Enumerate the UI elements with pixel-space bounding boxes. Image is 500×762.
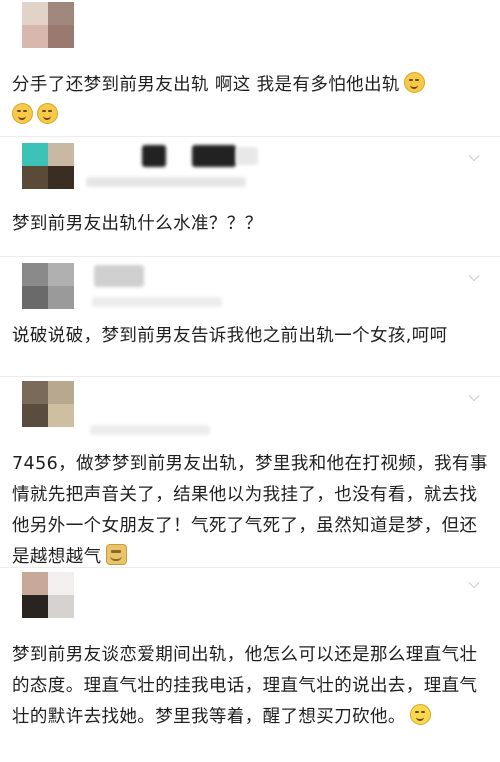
comment-5: ⌵ 梦到前男友谈恋爱期间出轨，他怎么可以还是那么理直气壮的态度。理直气壮的挂我电…	[0, 568, 500, 762]
chevron-down-icon[interactable]: ⌵	[464, 389, 484, 404]
avatar-pixel	[22, 595, 48, 618]
username-redacted	[94, 265, 144, 287]
avatar-pixel	[48, 595, 74, 618]
avatar[interactable]	[22, 143, 74, 189]
avatar-pixel	[48, 572, 74, 595]
comment-3: ⌵ 说破说破，梦到前男友告诉我他之前出轨一个女孩,呵呵	[0, 257, 500, 377]
avatar-pixel	[48, 2, 74, 25]
avatar-pixel	[22, 2, 48, 25]
avatar[interactable]	[22, 381, 74, 427]
comment-1: 分手了还梦到前男友出轨 啊这 我是有多怕他出轨	[0, 0, 500, 135]
avatar-pixel	[22, 404, 48, 427]
avatar-pixel	[22, 263, 48, 286]
smile-emoji-icon	[409, 704, 431, 725]
avatar-pixel	[48, 166, 74, 189]
timestamp-redacted	[92, 297, 222, 307]
avatar[interactable]	[22, 263, 74, 309]
username-redacted	[236, 147, 258, 165]
facepalm-emoji-icon	[403, 72, 425, 93]
facepalm-emoji-icon	[37, 103, 58, 124]
username-redacted	[192, 145, 236, 167]
avatar-pixel	[22, 166, 48, 189]
avatar-pixel	[22, 572, 48, 595]
avatar-pixel	[48, 263, 74, 286]
comment-text: 梦到前男友谈恋爱期间出轨，他怎么可以还是那么理直气壮的态度。理直气壮的挂我电话，…	[12, 640, 490, 733]
timestamp-redacted	[86, 177, 246, 187]
avatar-pixel	[22, 25, 48, 48]
fist-emoji-icon	[105, 544, 127, 565]
comment-text-body: 梦到前男友谈恋爱期间出轨，他怎么可以还是那么理直气壮的态度。理直气壮的挂我电话，…	[12, 645, 478, 727]
comment-4: ⌵ 7456，做梦梦到前男友出轨，梦里我和他在打视频，我有事情就先把声音关了，结…	[0, 377, 500, 567]
username-redacted	[142, 145, 166, 167]
facepalm-emoji-icon	[12, 103, 33, 124]
comment-text-body: 7456，做梦梦到前男友出轨，梦里我和他在打视频，我有事情就先把声音关了，结果他…	[12, 454, 488, 567]
avatar[interactable]	[22, 572, 74, 618]
comment-text-body: 说破说破，梦到前男友告诉我他之前出轨一个女孩,呵呵	[12, 326, 448, 346]
avatar-pixel	[48, 143, 74, 166]
avatar[interactable]	[22, 2, 74, 48]
avatar-pixel	[48, 286, 74, 309]
avatar-pixel	[48, 404, 74, 427]
avatar-pixel	[22, 143, 48, 166]
comment-text: 梦到前男友出轨什么水准？？？	[12, 209, 490, 240]
chevron-down-icon[interactable]: ⌵	[464, 576, 484, 591]
avatar-pixel	[48, 25, 74, 48]
comment-text: 7456，做梦梦到前男友出轨，梦里我和他在打视频，我有事情就先把声音关了，结果他…	[12, 449, 490, 573]
comment-text-body: 梦到前男友出轨什么水准？？？	[12, 214, 263, 234]
avatar-pixel	[22, 381, 48, 404]
chevron-down-icon[interactable]: ⌵	[464, 269, 484, 284]
comment-text: 分手了还梦到前男友出轨 啊这 我是有多怕他出轨	[12, 70, 490, 132]
comment-text-body: 分手了还梦到前男友出轨 啊这 我是有多怕他出轨	[12, 75, 400, 95]
comment-text: 说破说破，梦到前男友告诉我他之前出轨一个女孩,呵呵	[12, 321, 490, 352]
timestamp-redacted	[90, 425, 210, 435]
avatar-pixel	[22, 286, 48, 309]
comment-2: ⌵ 梦到前男友出轨什么水准？？？	[0, 137, 500, 257]
chevron-down-icon[interactable]: ⌵	[464, 149, 484, 164]
avatar-pixel	[48, 381, 74, 404]
